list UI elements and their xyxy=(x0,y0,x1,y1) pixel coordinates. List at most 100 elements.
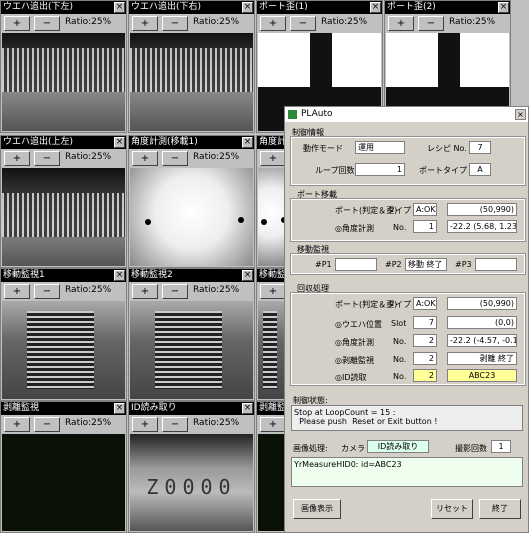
camera-view xyxy=(258,168,284,266)
port-type-field: A xyxy=(469,163,491,176)
zoom-out-button[interactable]: − xyxy=(34,151,60,166)
zoom-ratio: Ratio:25% xyxy=(65,17,112,27)
zoom-in-button[interactable]: + xyxy=(132,417,158,432)
camera-title: 移動監視1 xyxy=(3,270,45,280)
camera-titlebar[interactable]: ポート歪(1) × xyxy=(257,1,382,14)
shots-label: 撮影回数 xyxy=(455,444,487,453)
camera-titlebar[interactable]: 角度計測(移載1) × xyxy=(129,136,254,149)
camera-titlebar[interactable]: ポート歪(2) × xyxy=(385,1,510,14)
zoom-in-button[interactable]: + xyxy=(4,284,30,299)
close-icon[interactable]: × xyxy=(242,403,253,414)
close-icon[interactable]: × xyxy=(370,2,381,13)
zoom-out-button[interactable]: − xyxy=(162,417,188,432)
zoom-ratio: Ratio:25% xyxy=(65,152,112,162)
close-icon[interactable]: × xyxy=(515,109,526,120)
camera-title: 剥離監 xyxy=(259,403,285,413)
close-icon[interactable]: × xyxy=(114,403,125,414)
camera-view xyxy=(2,168,125,266)
zoom-out-button[interactable]: − xyxy=(290,16,316,31)
fiducial-mark xyxy=(238,217,245,223)
zoom-in-button[interactable]: + xyxy=(260,16,286,31)
close-icon[interactable]: × xyxy=(114,270,125,281)
zoom-in-button[interactable]: + xyxy=(4,16,30,31)
camera-title: ウエハ追出(下右) xyxy=(131,2,202,12)
wafer-pos-field: (0,0) xyxy=(447,316,517,329)
camera-view xyxy=(130,168,253,266)
zoom-in-button[interactable]: + xyxy=(132,151,158,166)
zoom-in-button[interactable]: + xyxy=(260,417,286,432)
reset-button[interactable]: リセット xyxy=(431,499,473,519)
show-image-button[interactable]: 画像表示 xyxy=(293,499,341,519)
close-icon[interactable]: × xyxy=(242,270,253,281)
camera-toolbar: + − Ratio:25% xyxy=(1,14,126,32)
camera-window: ウエハ追出(下右) × + − Ratio:25% xyxy=(128,0,255,133)
close-icon[interactable]: × xyxy=(114,2,125,13)
fiducial-mark xyxy=(144,218,151,225)
close-icon[interactable]: × xyxy=(498,2,509,13)
wafer-stack xyxy=(2,192,125,237)
camera-window: ウエハ追出(下左) × + − Ratio:25% xyxy=(0,0,127,133)
camera-view xyxy=(2,33,125,131)
zoom-out-button[interactable]: − xyxy=(34,284,60,299)
slot-field: 7 xyxy=(413,316,437,329)
camera-titlebar[interactable]: 移動監視1 × xyxy=(1,269,126,282)
zoom-in-button[interactable]: + xyxy=(4,151,30,166)
port-move-port-field: (50,990) xyxy=(447,203,517,216)
zoom-out-button[interactable]: − xyxy=(162,16,188,31)
camera-titlebar[interactable]: 剥離監 xyxy=(257,402,285,415)
id-no-field: 2 xyxy=(413,369,437,382)
port-move-no-label: No. xyxy=(393,223,407,232)
zoom-out-button[interactable]: − xyxy=(34,417,60,432)
app-icon xyxy=(288,110,297,119)
zoom-in-button[interactable]: + xyxy=(132,284,158,299)
zoom-in-button[interactable]: + xyxy=(388,16,414,31)
camera-view xyxy=(258,301,284,399)
camera-toolbar: + − Ratio:25% xyxy=(129,282,254,300)
camera-titlebar[interactable]: 移動監視2 × xyxy=(129,269,254,282)
camera-toolbar: + xyxy=(257,415,286,433)
zoom-in-button[interactable]: + xyxy=(132,16,158,31)
camera-titlebar[interactable]: ID読み取り × xyxy=(129,402,254,415)
camera-label: カメラ xyxy=(341,444,365,453)
wafer-stack xyxy=(2,47,125,92)
p1-label: #P1 xyxy=(315,260,332,269)
camera-titlebar[interactable]: 角度計 xyxy=(257,136,285,149)
zoom-in-button[interactable]: + xyxy=(260,284,286,299)
camera-window: ID読み取り × + − Ratio:25% Z0000 xyxy=(128,401,255,533)
recovery-angle-label: ◎角度計測 xyxy=(335,338,374,347)
zoom-out-button[interactable]: − xyxy=(162,284,188,299)
camera-titlebar[interactable]: 剥離監視 × xyxy=(1,402,126,415)
dialog-titlebar[interactable]: PLAuto × xyxy=(285,107,528,122)
recovery-type-label: タイプ xyxy=(387,300,411,309)
close-icon[interactable]: × xyxy=(114,137,125,148)
camera-field: ID読み取り xyxy=(367,440,429,453)
status-area: Stop at LoopCount = 15 : Please push Res… xyxy=(291,405,523,431)
camera-titlebar[interactable]: ウエハ追出(下右) × xyxy=(129,1,254,14)
exit-button[interactable]: 終了 xyxy=(479,499,521,519)
camera-titlebar[interactable]: ウエハ追出(下左) × xyxy=(1,1,126,14)
camera-titlebar[interactable]: ウエハ追出(上左) × xyxy=(1,136,126,149)
slot-label: Slot xyxy=(391,319,407,328)
loop-label: ループ回数 xyxy=(315,166,355,175)
close-icon[interactable]: × xyxy=(242,137,253,148)
p3-label: #P3 xyxy=(455,260,472,269)
camera-title: ポート歪(1) xyxy=(259,2,308,12)
zoom-out-button[interactable]: − xyxy=(418,16,444,31)
zoom-in-button[interactable]: + xyxy=(4,417,30,432)
port-move-angle-field: -22.2 (5.68, 1.23) xyxy=(447,220,517,233)
peel-field: 剥離 終了 xyxy=(447,352,517,365)
close-icon[interactable]: × xyxy=(242,2,253,13)
recovery-angle-no-label: No. xyxy=(393,337,407,346)
camera-title: ID読み取り xyxy=(131,403,177,413)
camera-title: 移動監視2 xyxy=(131,270,173,280)
camera-toolbar: + − Ratio:25% xyxy=(257,14,382,32)
camera-titlebar[interactable]: 移動監 xyxy=(257,269,285,282)
zoom-out-button[interactable]: − xyxy=(162,151,188,166)
zoom-out-button[interactable]: − xyxy=(34,16,60,31)
zoom-ratio: Ratio:25% xyxy=(193,418,240,428)
port-type-label: ポートタイプ xyxy=(419,166,467,175)
camera-toolbar: + xyxy=(257,282,286,300)
recipe-field: 7 xyxy=(469,141,491,154)
loop-field: 1 xyxy=(355,163,405,176)
zoom-in-button[interactable]: + xyxy=(260,151,286,166)
